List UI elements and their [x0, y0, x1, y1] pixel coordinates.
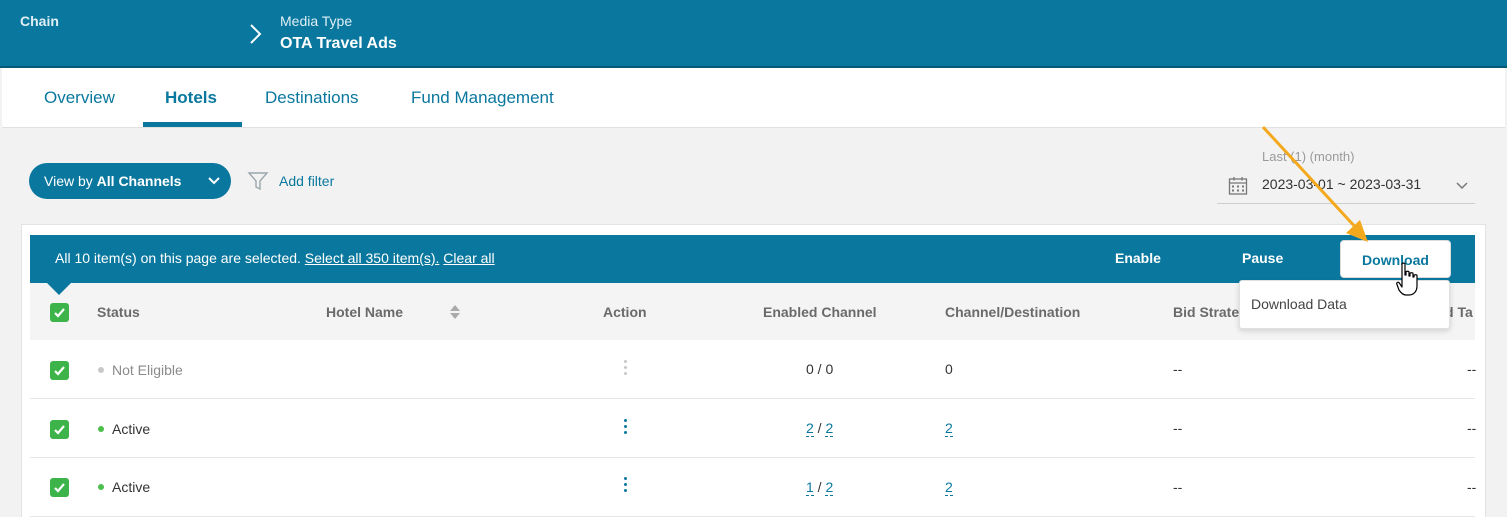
row-status: Active [98, 479, 150, 495]
column-hotel-name[interactable]: Hotel Name [326, 304, 403, 320]
bid-strategy-cell: -- [1173, 361, 1183, 377]
status-dot [98, 367, 104, 374]
active-tab-indicator [143, 122, 242, 127]
chevron-down-icon [1456, 182, 1468, 190]
enabled-channel-link[interactable]: 2 [806, 420, 814, 437]
status-dot [98, 484, 104, 491]
status-text: Active [112, 421, 151, 437]
truncated-cell: -- [1467, 479, 1477, 495]
download-data-option[interactable]: Download Data [1251, 296, 1347, 312]
select-all-checkbox[interactable] [50, 303, 69, 322]
column-enabled-channel: Enabled Channel [763, 304, 877, 320]
pause-button[interactable]: Pause [1242, 250, 1283, 266]
date-range-picker[interactable]: 2023-03-01 ~ 2023-03-31 [1217, 168, 1475, 204]
tab-destinations[interactable]: Destinations [265, 68, 359, 128]
selection-message-group: All 10 item(s) on this page are selected… [55, 250, 495, 266]
column-channel-destination: Channel/Destination [945, 304, 1081, 320]
view-by-channels-dropdown[interactable]: View by All Channels [29, 163, 231, 199]
enabled-channel-separator: / [813, 479, 826, 495]
table-row[interactable]: Not Eligible 0 / 0 0 -- -- [30, 340, 1477, 399]
media-type-value[interactable]: OTA Travel Ads [280, 35, 397, 53]
tab-fund-management[interactable]: Fund Management [411, 68, 554, 128]
breadcrumb-chain[interactable]: Chain [20, 13, 59, 29]
row-status: Not Eligible [98, 362, 183, 378]
chevron-right-icon [250, 24, 262, 44]
enabled-channel-link[interactable]: 1 [806, 479, 814, 496]
table-row[interactable]: Active 2 / 2 2 -- -- [30, 399, 1477, 458]
clear-all-link[interactable]: Clear all [443, 250, 494, 266]
top-bar: Chain Media Type OTA Travel Ads [0, 0, 1507, 68]
calendar-icon [1228, 177, 1248, 195]
date-range-value: 2023-03-01 ~ 2023-03-31 [1262, 176, 1422, 192]
channel-destination-cell: 0 [945, 361, 953, 377]
checkmark-icon [54, 425, 65, 435]
enabled-channel-count: 0 [806, 361, 814, 377]
enabled-channel-cell: 0 / 0 [806, 361, 833, 377]
checkmark-icon [54, 483, 65, 493]
tab-bar: Overview Hotels Destinations Fund Manage… [2, 68, 1505, 128]
status-text: Not Eligible [112, 362, 183, 378]
tab-hotels[interactable]: Hotels [165, 68, 217, 128]
bid-strategy-cell: -- [1173, 420, 1183, 436]
row-action-menu-icon[interactable] [620, 477, 630, 495]
total-channel-link[interactable]: 2 [825, 479, 834, 496]
row-checkbox[interactable] [50, 420, 69, 439]
total-channel-link[interactable]: 2 [825, 420, 834, 437]
row-action-menu-icon [620, 360, 630, 378]
view-by-value: All Channels [96, 173, 182, 189]
table-row[interactable]: Active 1 / 2 2 -- -- [30, 458, 1477, 517]
status-text: Active [112, 479, 151, 495]
channel-destination-cell: 2 [945, 479, 953, 496]
row-action-menu-icon[interactable] [620, 419, 630, 437]
download-dropdown-menu: Download Data [1239, 280, 1450, 329]
checkmark-icon [54, 366, 65, 376]
bid-strategy-cell: -- [1173, 479, 1183, 495]
enabled-channel-separator: / [813, 361, 826, 377]
sort-icon[interactable] [449, 304, 461, 320]
chevron-down-icon [208, 177, 220, 185]
column-action: Action [603, 304, 647, 320]
selection-bar: All 10 item(s) on this page are selected… [30, 235, 1475, 283]
channel-destination-link[interactable]: 2 [945, 420, 953, 437]
total-channel-count: 0 [825, 361, 834, 377]
enabled-channel-separator: / [813, 420, 826, 436]
truncated-cell: -- [1467, 361, 1477, 377]
checkmark-icon [54, 308, 65, 318]
row-status: Active [98, 421, 150, 437]
row-checkbox[interactable] [50, 361, 69, 380]
channel-destination-link[interactable]: 2 [945, 479, 953, 496]
date-range-label: Last (1) (month) [1262, 149, 1355, 164]
enable-button[interactable]: Enable [1115, 250, 1161, 266]
column-status[interactable]: Status [97, 304, 140, 320]
enabled-channel-cell: 1 / 2 [806, 479, 834, 496]
channel-destination-cell: 2 [945, 420, 953, 437]
truncated-cell: -- [1467, 420, 1477, 436]
view-by-prefix: View by [44, 173, 97, 189]
select-all-link[interactable]: Select all 350 item(s). [305, 250, 440, 266]
hand-cursor-icon [1396, 262, 1418, 296]
status-dot [98, 426, 104, 433]
filter-icon [247, 172, 269, 191]
selection-bar-pointer [47, 283, 71, 295]
selection-message: All 10 item(s) on this page are selected… [55, 250, 301, 266]
column-bid-strategy: Bid Strate [1173, 304, 1240, 320]
enabled-channel-cell: 2 / 2 [806, 420, 834, 437]
add-filter-label: Add filter [279, 173, 335, 189]
media-type-label: Media Type [280, 13, 353, 29]
row-checkbox[interactable] [50, 478, 69, 497]
tab-overview[interactable]: Overview [44, 68, 115, 128]
